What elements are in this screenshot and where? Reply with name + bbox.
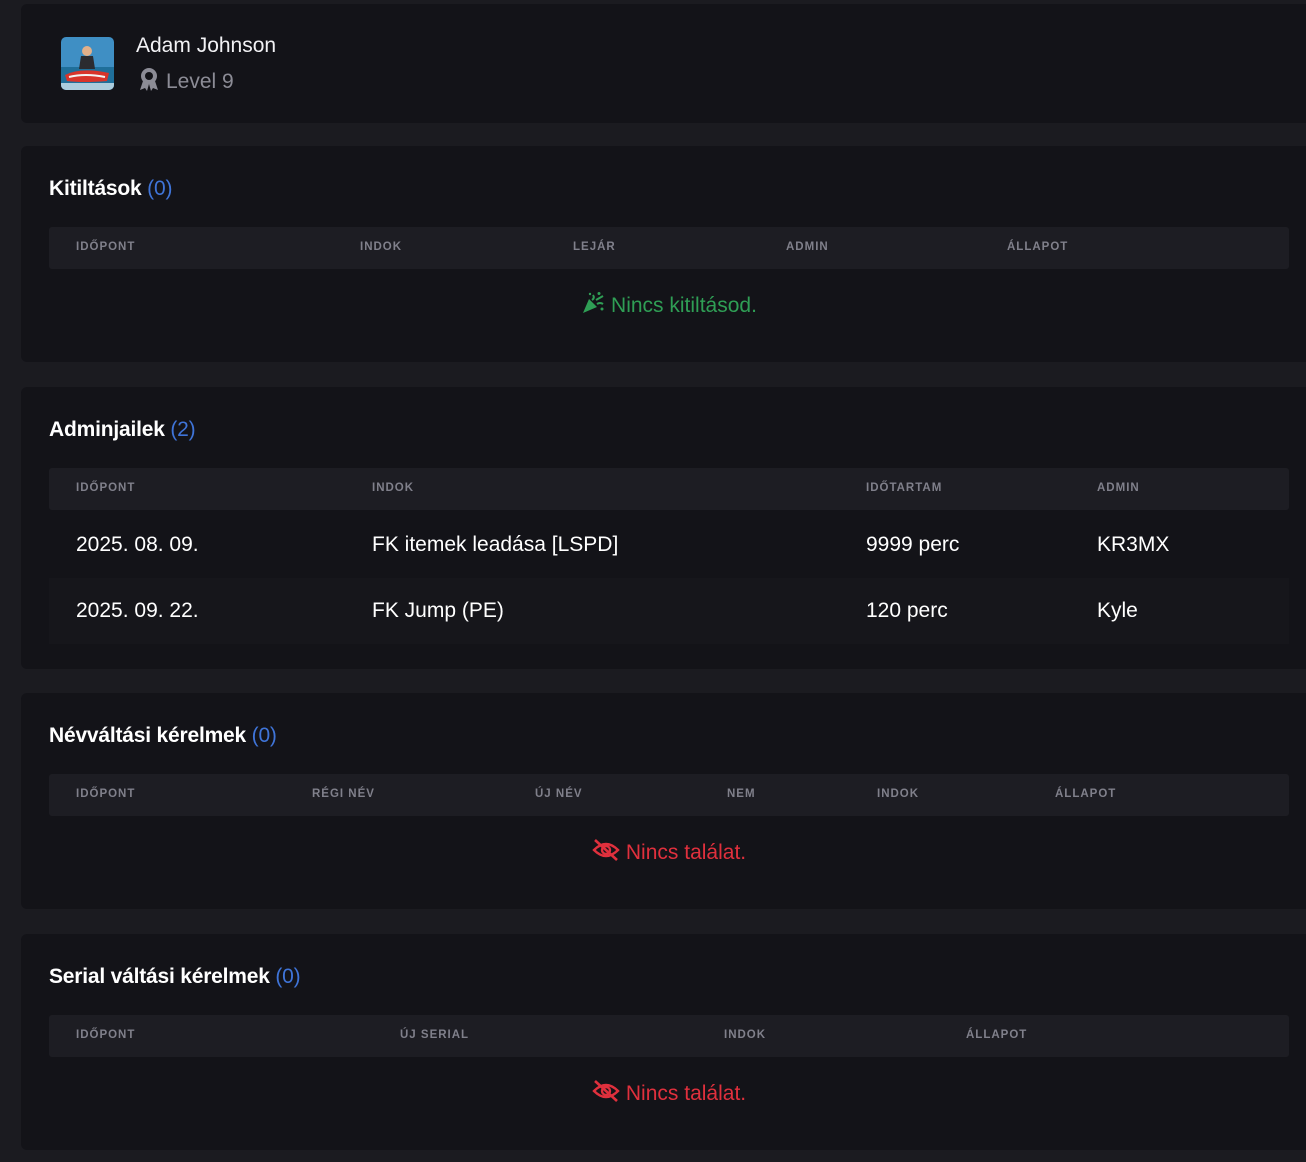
col-admin[interactable]: ADMIN xyxy=(1097,482,1140,494)
cell-admin: KR3MX xyxy=(1097,533,1170,556)
col-gender[interactable]: NEM xyxy=(727,788,756,800)
party-popper-icon xyxy=(581,291,605,321)
cell-time: 2025. 08. 09. xyxy=(76,533,199,556)
adminjails-title: Adminjailek (2) xyxy=(49,418,196,442)
serialchanges-count: (0) xyxy=(275,965,301,988)
col-old-name[interactable]: RÉGI NÉV xyxy=(312,788,375,800)
col-reason[interactable]: INDOK xyxy=(877,788,919,800)
serialchanges-card: Serial váltási kérelmek (0) IDŐPONT ÚJ S… xyxy=(21,934,1306,1150)
eye-slash-icon xyxy=(592,1079,620,1109)
col-new-name[interactable]: ÚJ NÉV xyxy=(535,788,583,800)
serialchanges-title-text: Serial váltási kérelmek xyxy=(49,965,270,988)
serialchanges-empty-text: Nincs találat. xyxy=(625,1082,747,1105)
table-row[interactable]: 2025. 08. 09. FK itemek leadása [LSPD] 9… xyxy=(49,512,1289,578)
avatar xyxy=(61,37,114,90)
namechanges-empty-text: Nincs találat. xyxy=(625,841,747,864)
serialchanges-title: Serial váltási kérelmek (0) xyxy=(49,965,301,989)
award-ribbon-icon xyxy=(138,67,160,97)
cell-time: 2025. 09. 22. xyxy=(76,599,199,622)
bans-empty-text: Nincs kitiltásod. xyxy=(611,294,757,317)
namechanges-table-header: IDŐPONT RÉGI NÉV ÚJ NÉV NEM INDOK ÁLLAPO… xyxy=(49,774,1289,816)
profile-card: Adam Johnson Level 9 xyxy=(21,4,1306,123)
cell-reason: FK itemek leadása [LSPD] xyxy=(372,533,619,556)
col-new-serial[interactable]: ÚJ SERIAL xyxy=(400,1029,469,1041)
bans-count: (0) xyxy=(147,177,173,200)
col-time[interactable]: IDŐPONT xyxy=(76,241,135,253)
cell-reason: FK Jump (PE) xyxy=(372,599,504,622)
cell-admin: Kyle xyxy=(1097,599,1138,622)
level-label: Level 9 xyxy=(166,70,234,93)
col-admin[interactable]: ADMIN xyxy=(786,241,829,253)
eye-slash-icon xyxy=(592,838,620,868)
table-row[interactable]: 2025. 09. 22. FK Jump (PE) 120 perc Kyle xyxy=(49,578,1289,644)
namechanges-title-text: Névváltási kérelmek xyxy=(49,724,247,747)
cell-duration: 120 perc xyxy=(866,599,948,622)
col-status[interactable]: ÁLLAPOT xyxy=(1055,788,1116,800)
namechanges-count: (0) xyxy=(251,724,277,747)
adminjails-title-text: Adminjailek xyxy=(49,418,165,441)
bans-title: Kitiltások (0) xyxy=(49,177,172,201)
serialchanges-empty-message: Nincs találat. xyxy=(49,1079,1289,1109)
bans-table-header: IDŐPONT INDOK LEJÁR ADMIN ÁLLAPOT xyxy=(49,227,1289,269)
player-name: Adam Johnson xyxy=(136,34,277,57)
bans-empty-message: Nincs kitiltásod. xyxy=(49,291,1289,321)
adminjails-card: Adminjailek (2) IDŐPONT INDOK IDŐTARTAM … xyxy=(21,387,1306,669)
player-level: Level 9 xyxy=(138,67,234,97)
col-reason[interactable]: INDOK xyxy=(724,1029,766,1041)
col-time[interactable]: IDŐPONT xyxy=(76,482,135,494)
col-status[interactable]: ÁLLAPOT xyxy=(1007,241,1068,253)
col-duration[interactable]: IDŐTARTAM xyxy=(866,482,942,494)
col-reason[interactable]: INDOK xyxy=(360,241,402,253)
cell-duration: 9999 perc xyxy=(866,533,960,556)
col-time[interactable]: IDŐPONT xyxy=(76,1029,135,1041)
namechanges-card: Névváltási kérelmek (0) IDŐPONT RÉGI NÉV… xyxy=(21,693,1306,909)
namechanges-empty-message: Nincs találat. xyxy=(49,838,1289,868)
col-reason[interactable]: INDOK xyxy=(372,482,414,494)
namechanges-title: Névváltási kérelmek (0) xyxy=(49,724,277,748)
bans-title-text: Kitiltások xyxy=(49,177,142,200)
col-status[interactable]: ÁLLAPOT xyxy=(966,1029,1027,1041)
bans-card: Kitiltások (0) IDŐPONT INDOK LEJÁR ADMIN… xyxy=(21,146,1306,362)
col-expires[interactable]: LEJÁR xyxy=(573,241,616,253)
adminjails-count: (2) xyxy=(170,418,196,441)
adminjails-table-header: IDŐPONT INDOK IDŐTARTAM ADMIN xyxy=(49,468,1289,510)
serialchanges-table-header: IDŐPONT ÚJ SERIAL INDOK ÁLLAPOT xyxy=(49,1015,1289,1057)
col-time[interactable]: IDŐPONT xyxy=(76,788,135,800)
